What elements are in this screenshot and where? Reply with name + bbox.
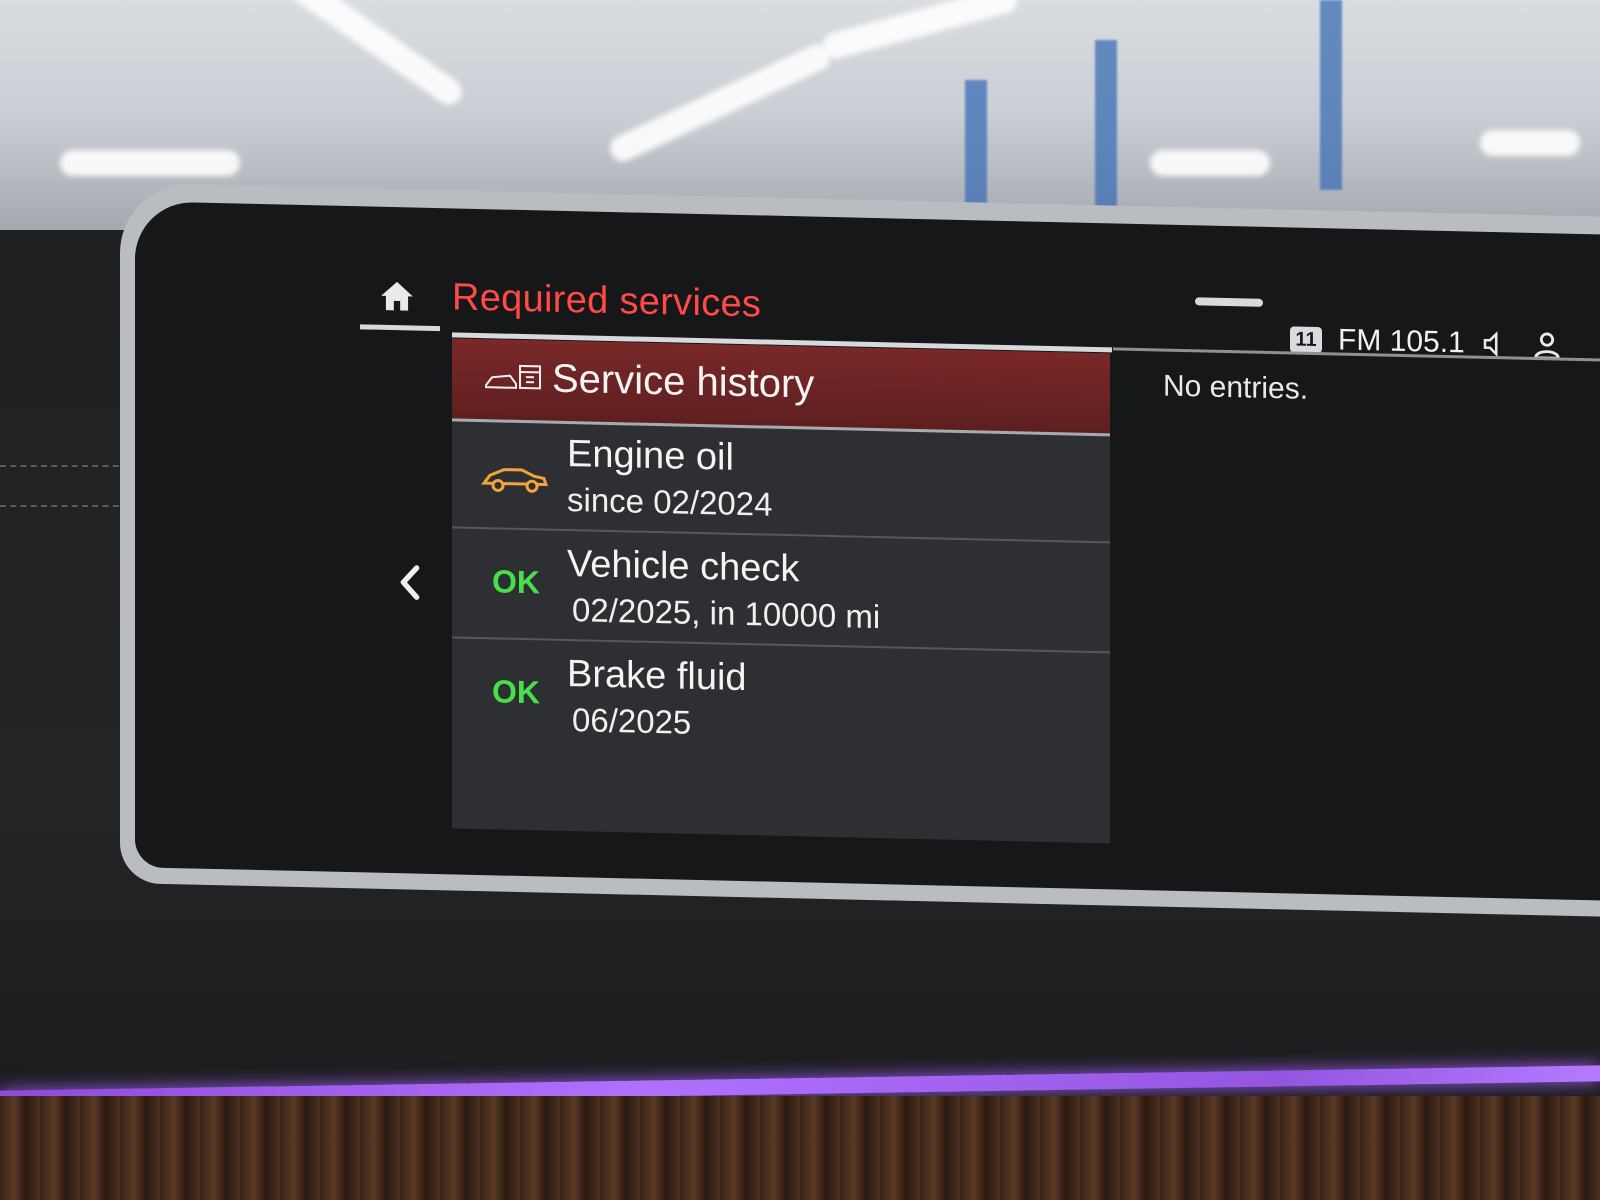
infotainment-screen: Required services 11 FM 105.1 Service hi… bbox=[135, 201, 1600, 901]
menu-handle[interactable] bbox=[1195, 297, 1263, 307]
home-button[interactable] bbox=[360, 276, 440, 332]
item-subtitle: 02/2025, in 10000 mi bbox=[572, 591, 881, 636]
status-bar: 11 FM 105.1 bbox=[1290, 322, 1600, 369]
item-title: Vehicle check bbox=[567, 543, 800, 591]
home-icon bbox=[381, 281, 413, 311]
list-item-vehicle-check[interactable]: OK Vehicle check 02/2025, in 10000 mi bbox=[452, 528, 1110, 654]
status-ok-label: OK bbox=[492, 563, 540, 601]
item-subtitle: 06/2025 bbox=[572, 701, 692, 741]
back-chevron-icon[interactable] bbox=[395, 562, 425, 603]
item-title: Engine oil bbox=[567, 433, 734, 479]
service-history-label: Service history bbox=[552, 356, 815, 407]
item-subtitle: since 02/2024 bbox=[567, 481, 773, 523]
wood-trim bbox=[0, 1096, 1600, 1200]
speaker-icon[interactable] bbox=[1480, 329, 1510, 360]
page-title: Required services bbox=[452, 276, 762, 326]
services-list: Service history Engine oil since 02/2024… bbox=[452, 338, 1110, 844]
detail-message: No entries. bbox=[1163, 369, 1309, 406]
status-badge: 11 bbox=[1290, 326, 1322, 354]
list-item-brake-fluid[interactable]: OK Brake fluid 06/2025 bbox=[452, 638, 1110, 761]
home-tab-underline bbox=[360, 324, 440, 332]
car-calendar-icon bbox=[485, 364, 541, 390]
item-title: Brake fluid bbox=[567, 653, 747, 700]
car-warning-icon bbox=[481, 468, 549, 493]
status-ok-label: OK bbox=[492, 673, 540, 711]
list-item-engine-oil[interactable]: Engine oil since 02/2024 bbox=[452, 418, 1110, 544]
